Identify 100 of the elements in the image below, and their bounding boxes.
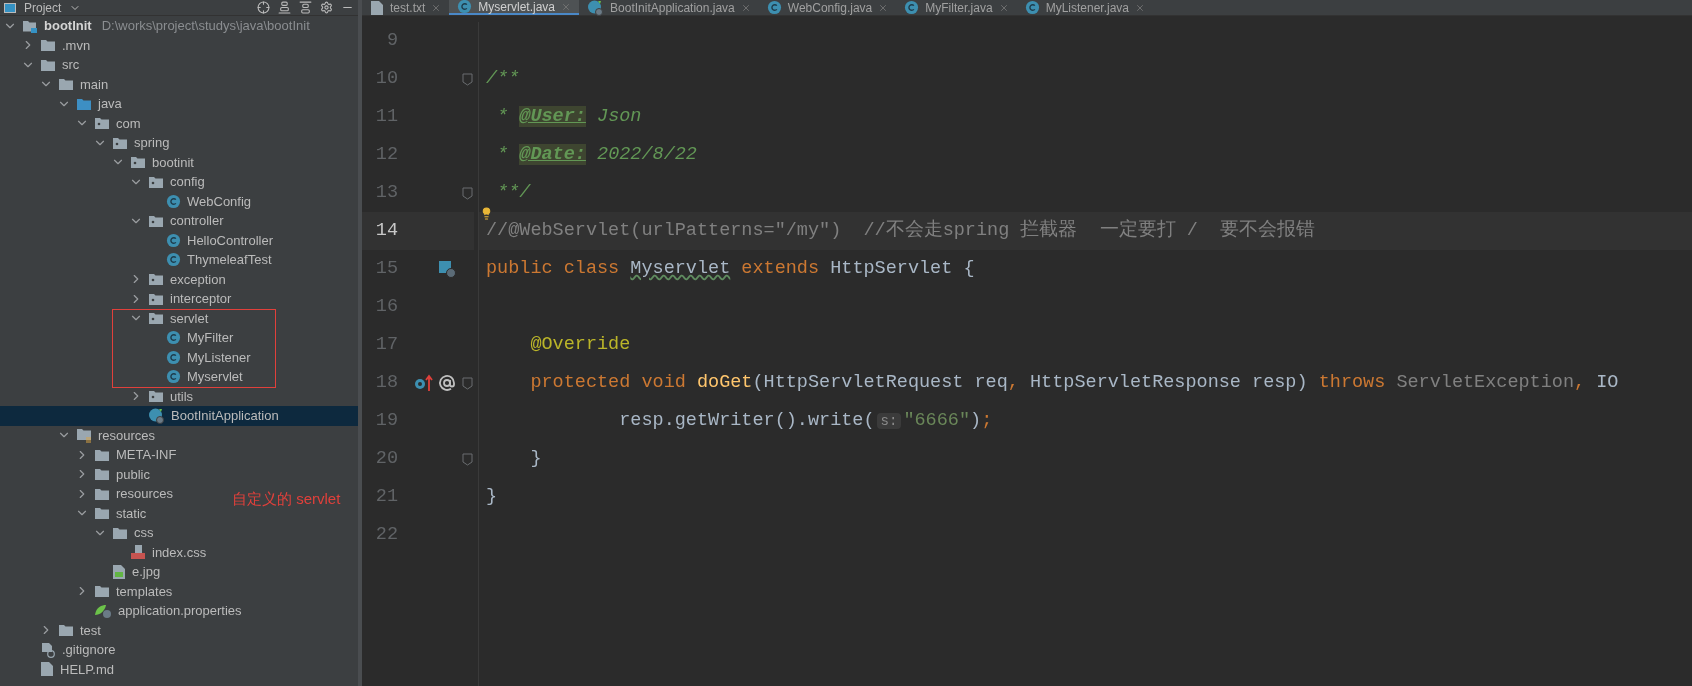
tree-item[interactable]: test — [0, 620, 105, 640]
lightbulb-icon[interactable] — [480, 206, 493, 220]
tree-item[interactable]: META-INF — [0, 445, 181, 465]
tree-item[interactable]: Myservlet — [0, 367, 247, 387]
tree-item[interactable]: controller — [0, 211, 228, 231]
tree-item-label: static — [116, 504, 147, 523]
annotation-icon[interactable] — [438, 374, 456, 392]
code-line: resp.getWriter().write( s: "6666"); — [618, 409, 993, 434]
tree-item[interactable]: HelloController — [0, 230, 277, 250]
class-icon — [1024, 0, 1040, 15]
line-number: 19 — [374, 409, 398, 434]
tree-item-label: HELP.md — [60, 660, 114, 679]
close-icon[interactable] — [740, 2, 751, 13]
expand-all-icon[interactable] — [299, 1, 312, 14]
package-folder-icon — [148, 291, 164, 306]
tree-item-label: application.properties — [118, 602, 242, 620]
tree-item[interactable]: bootInit D:\works\project\studys\java\bootInit — [0, 16, 314, 36]
package-folder-icon — [112, 135, 128, 150]
resources-folder-icon — [76, 427, 92, 444]
fold-marker-icon[interactable] — [461, 452, 473, 466]
project-icon — [4, 2, 16, 13]
locate-icon[interactable] — [257, 1, 270, 14]
folder-icon — [58, 623, 74, 638]
annotation-note: 自定义的 servlet — [232, 489, 341, 509]
overrides-method-icon[interactable] — [414, 374, 434, 392]
tree-item[interactable]: .mvn — [0, 35, 95, 55]
tree-item-label: public — [116, 465, 150, 484]
tree-item[interactable]: MyListener — [0, 347, 255, 367]
close-icon[interactable] — [878, 2, 889, 13]
fold-marker-icon[interactable] — [461, 376, 473, 390]
tree-item[interactable]: css — [0, 523, 158, 543]
application-class-icon — [148, 407, 165, 425]
close-icon[interactable] — [998, 2, 1009, 13]
package-folder-icon — [94, 116, 110, 131]
folder-icon — [94, 467, 110, 482]
tree-item[interactable]: WebConfig — [0, 191, 256, 211]
class-icon — [166, 252, 181, 268]
tree-item[interactable]: java — [0, 94, 126, 114]
tree-item[interactable]: application.properties — [0, 601, 246, 621]
tree-item[interactable]: spring — [0, 133, 174, 153]
editor-tab[interactable]: BootInitApplication.java — [579, 0, 759, 15]
class-icon — [166, 193, 181, 209]
tree-item-label: css — [134, 524, 154, 542]
line-number: 10 — [374, 67, 398, 92]
editor-tab[interactable]: MyListener.java — [1016, 0, 1153, 15]
collapse-all-icon[interactable] — [278, 1, 291, 14]
markdown-file-icon — [40, 661, 54, 678]
tree-item[interactable]: static — [0, 503, 151, 523]
tree-item-label: src — [62, 56, 80, 74]
tree-item[interactable]: MyFilter — [0, 328, 238, 348]
line-number: 22 — [374, 523, 398, 548]
editor-tab[interactable]: WebConfig.java — [758, 0, 897, 15]
tree-item[interactable]: HELP.md — [0, 659, 118, 679]
panel-title: Project — [24, 1, 62, 14]
code-line: } — [486, 485, 498, 510]
tree-item[interactable]: com — [0, 113, 145, 133]
ignored-file-icon — [40, 641, 56, 658]
editor-tab[interactable]: Myservlet.java — [449, 0, 580, 15]
class-icon — [166, 369, 181, 385]
code-line: * @Date: 2022/8/22 — [496, 143, 697, 168]
line-number: 11 — [374, 105, 398, 130]
tree-item[interactable]: resources — [0, 425, 160, 445]
tree-item[interactable]: .gitignore — [0, 640, 120, 660]
tree-item-label: Myservlet — [187, 368, 243, 386]
fold-marker-icon[interactable] — [461, 186, 473, 200]
settings-icon[interactable] — [320, 1, 333, 14]
implements-method-icon[interactable] — [438, 260, 456, 278]
editor-tab[interactable]: test.txt — [362, 0, 450, 15]
tree-item[interactable]: templates — [0, 581, 177, 601]
tree-item[interactable]: BootInitApplication — [0, 406, 358, 426]
markdown-file-icon — [370, 0, 384, 16]
code-line: * @User: Json — [496, 105, 642, 130]
close-icon[interactable] — [1135, 2, 1145, 13]
fold-marker-icon[interactable] — [461, 72, 473, 86]
close-icon[interactable] — [431, 2, 442, 13]
tree-item-label: ThymeleafTest — [187, 251, 272, 269]
line-number: 15 — [374, 257, 398, 282]
tree-item[interactable]: e.jpg — [0, 562, 165, 582]
tree-item[interactable]: public — [0, 464, 154, 484]
line-number: 21 — [374, 485, 398, 510]
editor-tab[interactable]: MyFilter.java — [896, 0, 1017, 15]
tree-item[interactable]: bootinit — [0, 152, 198, 172]
folder-icon — [94, 584, 110, 599]
tree-item[interactable]: exception — [0, 269, 230, 289]
tree-item[interactable]: config — [0, 172, 209, 192]
tree-item[interactable]: main — [0, 74, 113, 94]
tree-item-label: MyListener — [187, 348, 251, 367]
tree-item[interactable]: src — [0, 55, 84, 75]
tree-item-label: BootInitApplication — [171, 407, 279, 425]
tree-item[interactable]: utils — [0, 386, 198, 406]
folder-icon — [40, 38, 56, 53]
tree-item-label: index.css — [152, 543, 207, 562]
tree-item[interactable]: servlet — [0, 308, 213, 328]
tree-item[interactable]: index.css — [0, 542, 211, 562]
folder-icon — [76, 96, 92, 111]
tree-item[interactable]: interceptor — [0, 289, 236, 309]
tree-item[interactable]: ThymeleafTest — [0, 250, 276, 270]
class-icon — [904, 0, 920, 15]
folder-icon — [94, 506, 110, 521]
tree-item[interactable]: resources — [0, 484, 178, 504]
